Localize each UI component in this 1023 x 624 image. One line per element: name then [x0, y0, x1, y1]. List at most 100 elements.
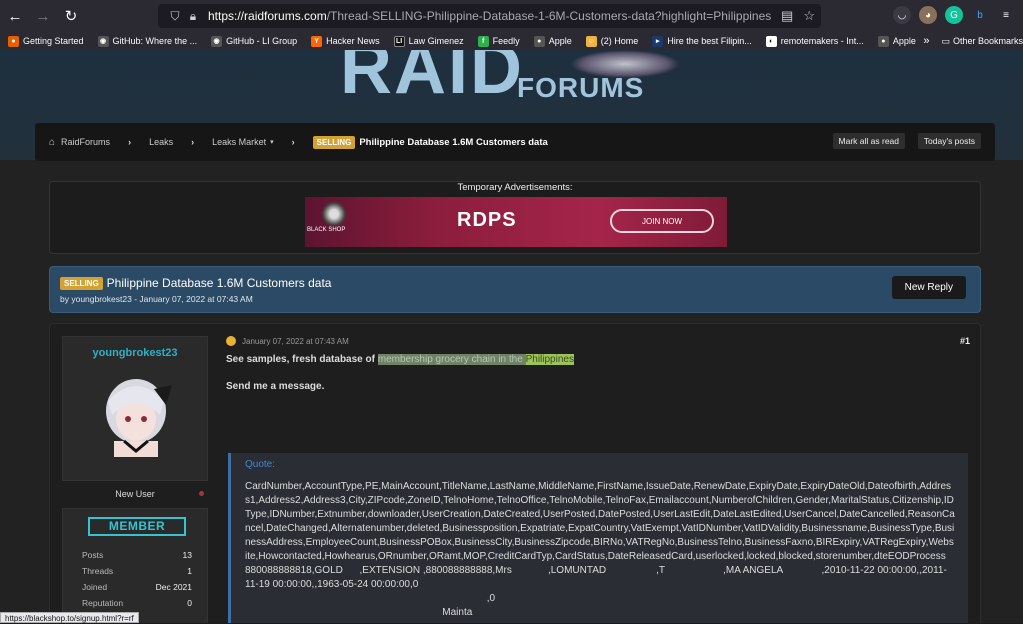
extension-icon[interactable]: b — [971, 6, 989, 24]
breadcrumb-home[interactable]: RaidForums — [61, 137, 110, 147]
chevron-double-icon[interactable]: » — [923, 35, 929, 47]
bookmark-item[interactable]: f Feedly — [477, 35, 520, 47]
ad-label: Temporary Advertisements: — [457, 182, 573, 193]
quote-label: Quote: — [245, 459, 276, 470]
author-card: youngbrokest23 — [62, 336, 208, 481]
author-stats: MEMBER Posts 13 Threads 1 Joined Dec 2021 R… — [62, 508, 208, 623]
rank-badge: MEMBER — [88, 517, 186, 536]
remotemakers-icon: ◐ — [765, 35, 777, 47]
grammarly-icon[interactable]: G — [945, 6, 963, 24]
logo-artwork — [570, 50, 680, 78]
feedly-icon: f — [477, 35, 489, 47]
bookmark-label: GitHub: Where the ... — [112, 36, 198, 46]
profile-avatar-icon[interactable]: ◕ — [919, 6, 937, 24]
breadcrumb-current: Philippine Database 1.6M Customers data — [359, 136, 548, 148]
thread-header: SELLING Philippine Database 1.6M Custome… — [49, 266, 981, 313]
bookmark-item[interactable]: ☺ (2) Home — [585, 35, 639, 47]
firefox-icon: ● — [8, 35, 19, 47]
stat-posts: Posts 13 — [82, 550, 192, 560]
new-reply-button[interactable]: New Reply — [891, 276, 966, 299]
onlinejobs-icon: ▸ — [652, 35, 664, 47]
blackshop-logo-icon — [319, 199, 349, 229]
lock-icon[interactable]: 🔒︎ — [184, 9, 202, 24]
forward-icon[interactable]: → — [30, 3, 56, 29]
back-icon[interactable]: ← — [2, 3, 28, 29]
caret-down-icon[interactable]: ▾ — [270, 138, 274, 146]
other-bookmarks[interactable]: » ▭ Other Bookmarks — [917, 32, 1023, 50]
bookmark-item[interactable]: ◉ GitHub - LI Group — [211, 35, 297, 47]
thread-title: Philippine Database 1.6M Customers data — [106, 276, 332, 290]
post-date: January 07, 2022 at 07:43 AM — [242, 336, 349, 346]
breadcrumb-leaks[interactable]: Leaks — [149, 137, 173, 147]
bookmark-item[interactable]: LI Law Gimenez — [393, 35, 464, 47]
bookmark-label: Hacker News — [326, 36, 380, 46]
todays-posts-button[interactable]: Today's posts — [917, 133, 981, 149]
pocket-icon[interactable]: ◡ — [893, 6, 911, 24]
bookmark-label: (2) Home — [600, 36, 639, 46]
thread-byline: by youngbrokest23 - January 07, 2022 at … — [60, 294, 253, 304]
url-path: /Thread-SELLING-Philippine-Database-1-6M… — [326, 9, 772, 23]
apple-icon: ● — [877, 35, 889, 47]
chevron-right-icon: › — [128, 137, 132, 147]
hacker-news-icon: Y — [311, 35, 323, 47]
shield-icon[interactable]: ⛉ — [166, 9, 184, 24]
chevron-right-icon: › — [191, 137, 195, 147]
ad-join-button[interactable]: JOIN NOW — [610, 209, 714, 233]
browser-toolbar: ← → ↻ ⛉ 🔒︎ https://raidforums.com/Thread… — [0, 0, 1023, 32]
author-name[interactable]: youngbrokest23 — [63, 347, 207, 359]
post: youngbrokest23 New User MEMBER Posts 13 … — [49, 323, 981, 623]
stat-label: Joined — [82, 582, 108, 592]
avatar[interactable] — [94, 371, 178, 457]
bookmark-item[interactable]: ● Getting Started — [8, 35, 84, 47]
apple-icon: ● — [533, 35, 545, 47]
stat-value: Dec 2021 — [155, 582, 192, 592]
home-icon[interactable]: ⌂ — [49, 137, 55, 148]
mood-icon — [226, 336, 236, 346]
stat-value: 0 — [187, 598, 192, 608]
stat-joined: Joined Dec 2021 — [82, 582, 192, 592]
selling-badge: SELLING — [60, 276, 103, 290]
bookmark-star-icon[interactable]: ☆ — [803, 8, 815, 24]
address-bar[interactable]: ⛉ 🔒︎ https://raidforums.com/Thread-SELLI… — [158, 4, 821, 28]
bookmark-item[interactable]: ◉ GitHub: Where the ... — [97, 35, 198, 47]
stat-threads: Threads 1 — [82, 566, 192, 576]
stat-label: Reputation — [82, 598, 124, 608]
bookmark-label: remotemakers - Int... — [780, 36, 864, 46]
reader-view-icon[interactable]: ▤ — [781, 8, 793, 24]
folder-icon: ▭ — [941, 35, 950, 46]
stat-reputation: Reputation 0 — [82, 598, 192, 608]
li-icon: LI — [393, 35, 405, 47]
ad-banner[interactable]: BLACK SHOP RDPS JOIN NOW — [305, 197, 727, 247]
github-icon: ◉ — [211, 35, 223, 47]
quote-text: CardNumber,AccountType,PE,MainAccount,Ti… — [245, 481, 955, 618]
user-title-text: New User — [115, 489, 155, 499]
ad-brand: RDPS — [457, 209, 517, 231]
search-highlight: Philippines — [525, 354, 574, 365]
site-logo[interactable]: RAID — [340, 50, 524, 110]
post-meta: January 07, 2022 at 07:43 AM — [226, 336, 970, 346]
post-line-1: See samples, fresh database of membershi… — [226, 354, 970, 365]
post-text: See samples, fresh database of — [226, 354, 378, 365]
post-number[interactable]: #1 — [960, 336, 970, 346]
breadcrumb-leaks-market[interactable]: Leaks Market — [212, 137, 266, 147]
offline-status-icon — [199, 491, 204, 496]
bookmark-label: Law Gimenez — [408, 36, 464, 46]
reload-icon[interactable]: ↻ — [58, 3, 84, 29]
bookmark-item[interactable]: Y Hacker News — [311, 35, 380, 47]
bookmark-label: Feedly — [492, 36, 520, 46]
smiley-icon: ☺ — [585, 35, 597, 47]
bookmarks-bar: ● Getting Started ◉ GitHub: Where the ... … — [0, 32, 1023, 50]
bookmark-item[interactable]: ◐ remotemakers - Int... — [765, 35, 864, 47]
stat-value: 13 — [182, 550, 192, 560]
bookmark-item[interactable]: ▸ Hire the best Filipin... — [652, 35, 752, 47]
mark-all-read-button[interactable]: Mark all as read — [832, 133, 905, 149]
github-icon: ◉ — [97, 35, 109, 47]
bookmark-item[interactable]: ● Apple — [533, 35, 572, 47]
stat-label: Threads — [82, 566, 114, 576]
bookmark-label: Hire the best Filipin... — [667, 36, 752, 46]
status-bar-url: https://blackshop.to/signup.html?r=rf — [0, 612, 139, 623]
selling-badge: SELLING — [312, 135, 356, 149]
breadcrumb: ⌂ RaidForums › Leaks › Leaks Market ▾ › … — [35, 123, 995, 161]
menu-icon[interactable]: ≡ — [997, 6, 1015, 24]
page: RAID FORUMS ⌂ RaidForums › Leaks › Leaks… — [0, 50, 1023, 623]
